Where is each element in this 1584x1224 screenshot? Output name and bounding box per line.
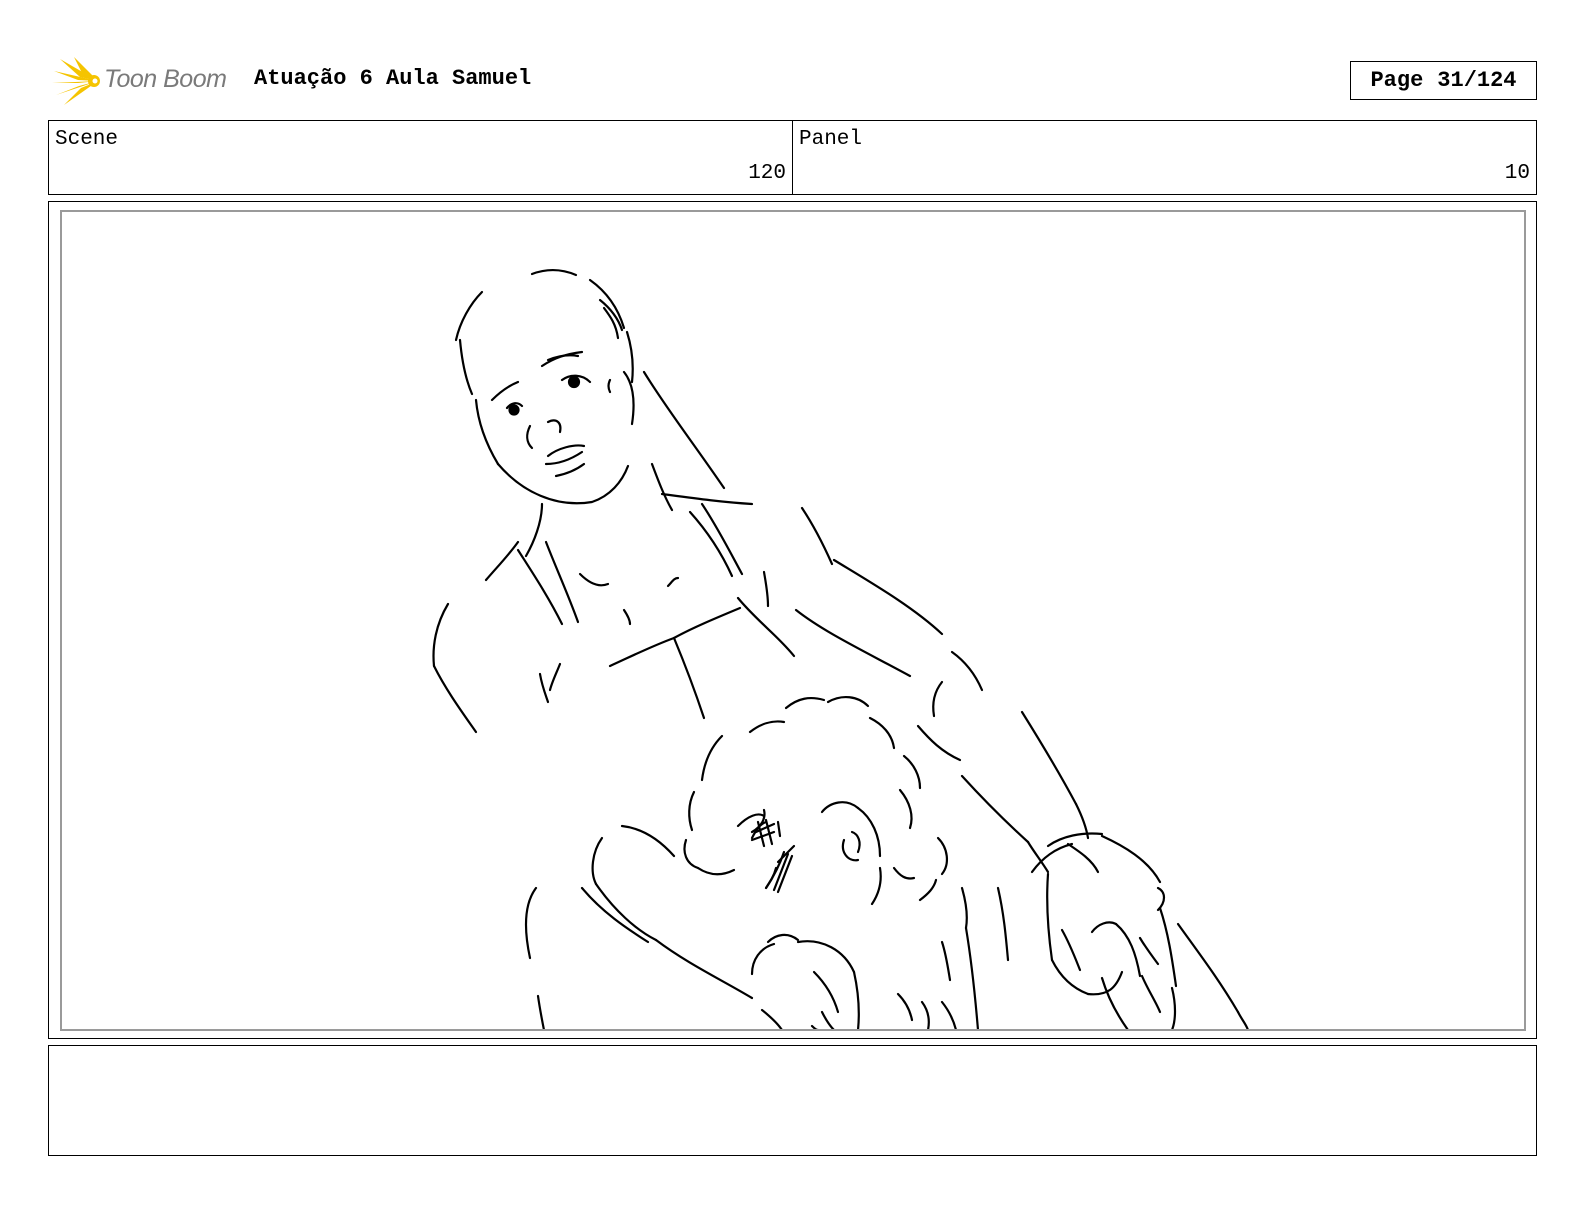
toon-boom-starburst-icon (52, 57, 100, 105)
logo-text: Toon Boom (104, 65, 227, 93)
scene-label: Scene (55, 128, 119, 151)
page-number: 31/124 (1437, 68, 1517, 93)
page-label: Page (1370, 68, 1424, 93)
storyboard-panel-frame (48, 201, 1537, 1039)
panel-notes-box (48, 1045, 1537, 1156)
toon-boom-logo: Toon Boom (52, 55, 242, 107)
scene-value: 120 (748, 162, 786, 185)
page-indicator: Page 31/124 (1350, 61, 1537, 100)
panel-value: 10 (1504, 162, 1530, 185)
panel-label: Panel (799, 128, 863, 151)
storyboard-sketch (432, 268, 1249, 1029)
scene-cell: Scene 120 (49, 121, 792, 194)
scene-panel-info: Scene 120 Panel 10 (48, 120, 1537, 195)
document-title: Atuação 6 Aula Samuel (254, 66, 532, 91)
panel-cell: Panel 10 (792, 121, 1536, 194)
storyboard-drawing-area (60, 210, 1526, 1031)
